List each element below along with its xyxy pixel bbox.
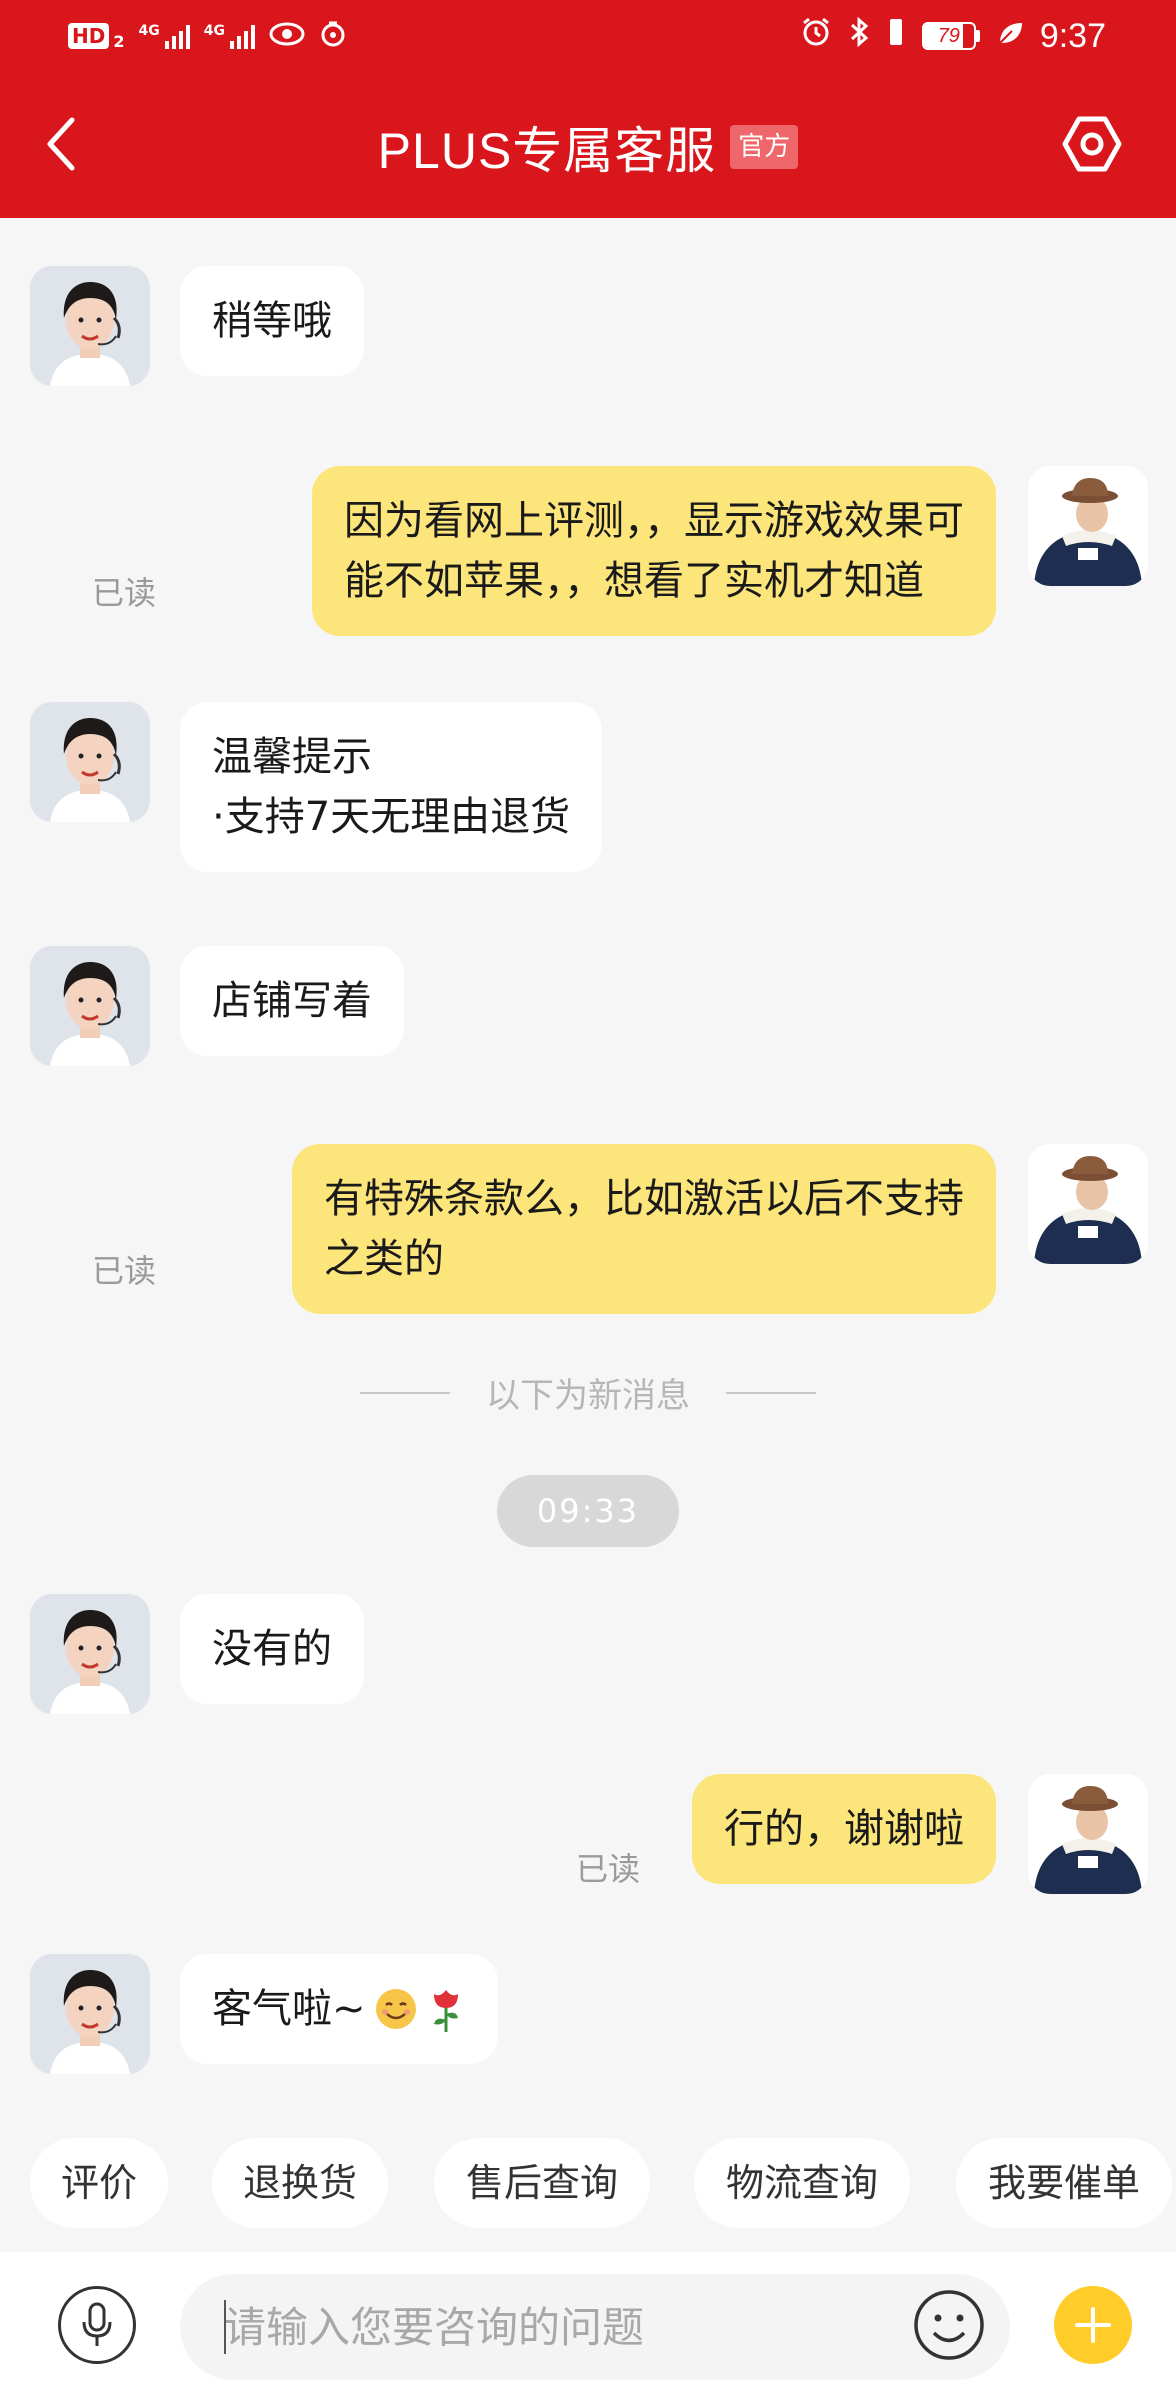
signal-icon: 4G [138,23,190,49]
status-bar-right: 79 9:37 [800,14,1106,58]
agent-avatar[interactable] [30,1954,150,2074]
divider-line [360,1391,450,1394]
user-message-bubble[interactable]: 因为看网上评测，，显示游戏效果可 能不如苹果，，想看了实机才知道 [312,466,996,636]
new-messages-divider: 以下为新消息 [360,1368,816,1417]
bluetooth-icon [848,16,870,57]
microphone-icon [82,2302,112,2346]
signal-icon-2: 4G [204,23,255,49]
smiling-face-icon [375,1989,416,2029]
agent-message-bubble[interactable]: 温馨提示 ·支持7天无理由退货 [180,702,603,872]
quick-reply-aftersale[interactable]: 售后查询 [434,2138,650,2228]
quick-reply-logistics[interactable]: 物流查询 [694,2138,910,2228]
quick-reply-urge-order[interactable]: 我要催单 [956,2138,1172,2228]
quick-reply-review[interactable]: 评价 [30,2138,168,2228]
message-line: 有特殊条款么，比如激活以后不支持 [324,1176,964,1222]
message-text: 没有的 [212,1626,332,1672]
user-avatar[interactable] [1028,1774,1148,1894]
page-title: PLUS专属客服 [377,123,717,179]
agent-message-bubble[interactable]: 稍等哦 [180,266,364,376]
vibrate-icon [886,16,906,57]
message-text: 行的，谢谢啦 [724,1806,964,1852]
read-receipt: 已读 [576,1850,641,1888]
agent-avatar[interactable] [30,702,150,822]
message-text: 店铺写着 [212,978,372,1024]
user-avatar[interactable] [1028,1144,1148,1264]
voice-button[interactable] [58,2286,136,2364]
read-receipt: 已读 [92,574,157,612]
smiley-face-icon [914,2290,984,2360]
agent-message-bubble[interactable]: 没有的 [180,1594,364,1704]
user-message-bubble[interactable]: 有特殊条款么，比如激活以后不支持 之类的 [292,1144,996,1314]
status-time: 9:37 [1039,16,1106,55]
top-bar: HD 2 4G 4G 79 9:37 PLUS专属客服 官方 [0,0,1176,218]
read-receipt: 已读 [92,1252,157,1290]
divider-text: 以下为新消息 [486,1376,690,1416]
plus-icon [1075,2307,1111,2343]
message-input[interactable] [180,2274,1010,2380]
alarm-icon [800,16,832,57]
eye-icon [269,21,305,52]
input-bar [0,2252,1176,2400]
title-area: PLUS专属客服 官方 [0,112,1176,182]
battery-level: 79 [937,25,960,47]
text-caret [224,2300,226,2354]
settings-button[interactable] [1058,110,1126,178]
rose-icon [433,1990,458,2032]
emoji-button[interactable] [910,2286,988,2364]
settings-hexagon-icon [1062,116,1122,172]
message-line: 能不如苹果，，想看了实机才知道 [344,558,924,604]
message-line: 之类的 [324,1236,444,1282]
quick-reply-return[interactable]: 退换货 [212,2138,388,2228]
user-avatar[interactable] [1028,466,1148,586]
hd-sub: 2 [113,31,125,51]
more-actions-button[interactable] [1054,2286,1132,2364]
divider-line [726,1391,816,1394]
agent-message-bubble[interactable]: 店铺写着 [180,946,404,1056]
message-line: ·支持7天无理由退货 [212,794,571,840]
status-bar-left: HD 2 4G 4G [68,18,347,54]
message-text: 客气啦~ [212,1986,366,2032]
official-badge: 官方 [730,125,799,169]
timestamp-pill: 09:33 [497,1475,679,1547]
agent-avatar[interactable] [30,1594,150,1714]
hd-badge: HD [68,23,110,49]
battery-icon: 79 [921,22,980,50]
chat-list[interactable]: 稍等哦 因为看网上评测，，显示游戏效果可 能不如苹果，，想看了实机才知道 已读 … [0,218,1176,2098]
agent-message-bubble[interactable]: 客气啦~ [180,1954,498,2064]
netease-icon [319,20,347,53]
agent-avatar[interactable] [30,946,150,1066]
message-text: 稍等哦 [212,298,332,344]
message-line: 因为看网上评测，，显示游戏效果可 [344,498,964,544]
leaf-icon [996,17,1024,56]
message-line: 温馨提示 [212,734,372,780]
agent-avatar[interactable] [30,266,150,386]
user-message-bubble[interactable]: 行的，谢谢啦 [692,1774,996,1884]
